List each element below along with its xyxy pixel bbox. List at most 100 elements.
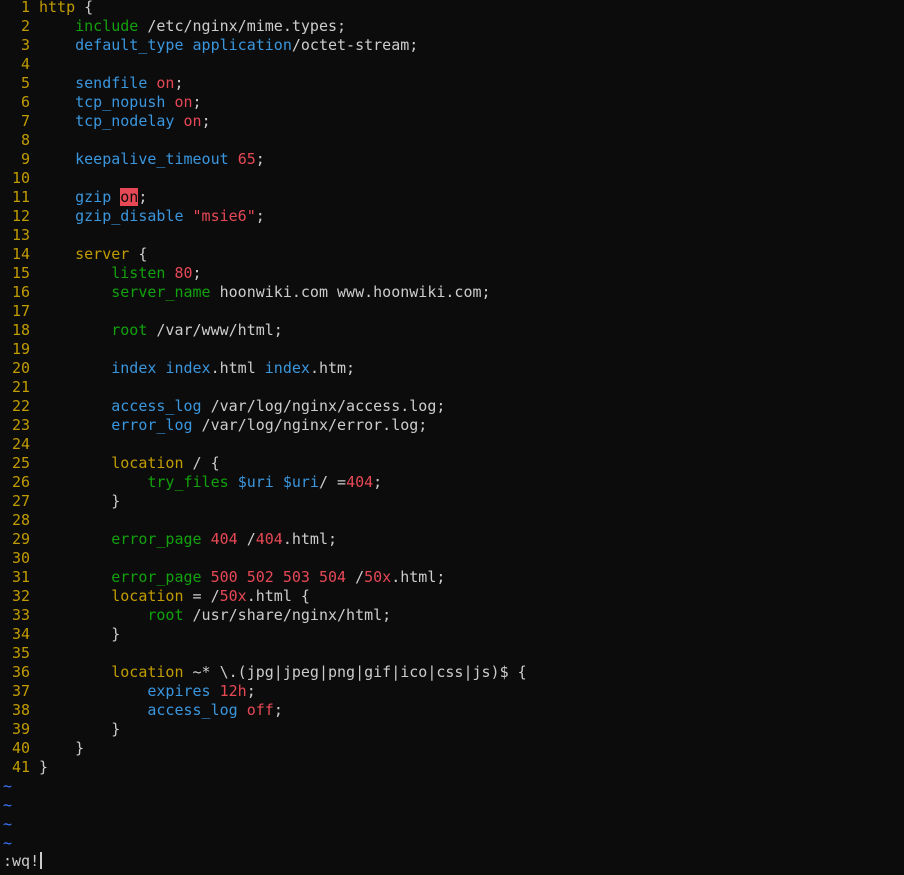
code-line[interactable]: 17	[0, 302, 39, 321]
code-line[interactable]: 24	[0, 435, 39, 454]
code-line[interactable]: 4	[0, 55, 39, 74]
code-line[interactable]: 30	[0, 549, 39, 568]
code-token: 12h	[219, 682, 247, 700]
code-token: .html;	[391, 568, 446, 586]
code-line[interactable]: 23 error_log /var/log/nginx/error.log;	[0, 416, 427, 435]
code-token: ;	[192, 93, 202, 111]
code-token: /	[346, 568, 365, 586]
code-token: {	[75, 0, 94, 16]
code-line[interactable]: 22 access_log /var/log/nginx/access.log;	[0, 397, 445, 416]
code-token: location	[111, 587, 184, 605]
code-token: .html {	[246, 587, 310, 605]
code-line[interactable]: 9 keepalive_timeout 65;	[0, 150, 265, 169]
code-line[interactable]: 34 }	[0, 625, 120, 644]
code-line[interactable]: 37 expires 12h;	[0, 682, 256, 701]
code-token: }	[39, 720, 121, 738]
code-line[interactable]: 25 location / {	[0, 454, 220, 473]
code-token: off	[246, 701, 274, 719]
code-line[interactable]: 26 try_files $uri $uri/ =404;	[0, 473, 382, 492]
code-line[interactable]: 29 error_page 404 /404.html;	[0, 530, 337, 549]
code-line[interactable]: 41}	[0, 758, 48, 777]
code-line[interactable]: 12 gzip_disable "msie6";	[0, 207, 265, 226]
code-token: application	[192, 36, 292, 54]
command-line[interactable]: :wq!	[3, 852, 43, 871]
code-line[interactable]: 40 }	[0, 739, 84, 758]
code-line[interactable]: 16 server_name hoonwiki.com www.hoonwiki…	[0, 283, 491, 302]
code-line[interactable]: 13	[0, 226, 39, 245]
code-line[interactable]: 31 error_page 500 502 503 504 /50x.html;	[0, 568, 445, 587]
code-token: 50x	[364, 568, 392, 586]
line-number: 35	[11, 644, 30, 662]
line-number: 30	[11, 549, 30, 567]
code-line[interactable]: 36 location ~* \.(jpg|jpeg|png|gif|ico|c…	[0, 663, 527, 682]
line-number: 20	[11, 359, 30, 377]
line-number: 8	[20, 131, 30, 149]
code-line[interactable]: 28	[0, 511, 39, 530]
code-token: }	[39, 625, 121, 643]
vim-editor[interactable]: 1 http {2 include /etc/nginx/mime.types; 3…	[0, 0, 904, 875]
code-line[interactable]: 38 access_log off;	[0, 701, 283, 720]
code-token: $uri	[282, 473, 319, 491]
line-number: 23	[11, 416, 30, 434]
line-number: 4	[20, 55, 30, 73]
code-line[interactable]: 6 tcp_nopush on;	[0, 93, 202, 112]
code-line[interactable]: 10	[0, 169, 39, 188]
code-line[interactable]: 14 server {	[0, 245, 147, 264]
code-line[interactable]: 3 default_type application/octet-stream;	[0, 36, 418, 55]
code-token: ;	[138, 188, 148, 206]
command-text: :wq!	[3, 852, 40, 870]
code-line[interactable]: 33 root /usr/share/nginx/html;	[0, 606, 391, 625]
code-token: error_page	[111, 530, 202, 548]
code-token: error_log	[111, 416, 193, 434]
code-line[interactable]: 20 index index.html index.htm;	[0, 359, 355, 378]
code-line[interactable]: 32 location = /50x.html {	[0, 587, 310, 606]
code-token: 404	[210, 530, 238, 548]
code-line[interactable]: 18 root /var/www/html;	[0, 321, 283, 340]
code-token: listen	[111, 264, 166, 282]
code-line[interactable]: 11 gzip on;	[0, 188, 147, 207]
code-token: sendfile	[75, 74, 148, 92]
code-line[interactable]: 21	[0, 378, 39, 397]
code-token: ;	[201, 112, 211, 130]
code-line[interactable]: 7 tcp_nodelay on;	[0, 112, 211, 131]
line-number: 29	[11, 530, 30, 548]
code-token: .htm;	[309, 359, 356, 377]
text-cursor	[40, 852, 43, 869]
code-line[interactable]: 35	[0, 644, 39, 663]
code-token: 500 502 503 504	[210, 568, 347, 586]
code-line[interactable]: 8	[0, 131, 39, 150]
line-number: 5	[20, 74, 30, 92]
code-token: ~* \.(jpg|jpeg|png|gif|ico|css|js)$ {	[183, 663, 527, 681]
line-number: 1	[20, 0, 30, 16]
code-line[interactable]: 19	[0, 340, 39, 359]
code-token: /octet-stream;	[291, 36, 419, 54]
code-token: /usr/share/nginx/html;	[183, 606, 392, 624]
code-line[interactable]: 27 }	[0, 492, 120, 511]
line-number: 26	[11, 473, 30, 491]
code-line[interactable]: 39 }	[0, 720, 120, 739]
code-token: ;	[174, 74, 184, 92]
code-token: index	[264, 359, 310, 377]
code-token: /	[237, 530, 256, 548]
code-token: = /	[183, 587, 220, 605]
line-number: 12	[11, 207, 30, 225]
tilde-marker: ~	[3, 834, 13, 852]
code-token: }	[39, 758, 49, 776]
code-line[interactable]: 1 http {	[0, 0, 93, 17]
code-token: try_files	[147, 473, 229, 491]
line-number: 28	[11, 511, 30, 529]
code-line[interactable]: 15 listen 80;	[0, 264, 202, 283]
code-line[interactable]: 5 sendfile on;	[0, 74, 184, 93]
code-line[interactable]: 2 include /etc/nginx/mime.types;	[0, 17, 346, 36]
code-token: /etc/nginx/mime.types;	[138, 17, 347, 35]
code-token: ;	[273, 701, 283, 719]
